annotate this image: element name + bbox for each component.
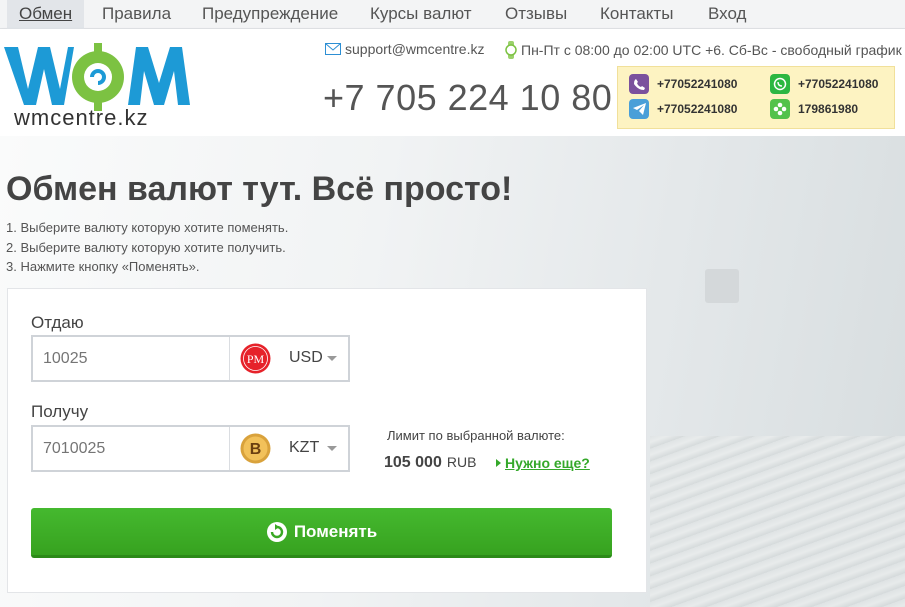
field-divider [229, 427, 230, 470]
get-currency-code[interactable]: KZT [289, 439, 319, 457]
perfect-money-icon: PM [240, 343, 271, 374]
whatsapp-contact[interactable]: +77052241080 [770, 74, 878, 94]
chevron-down-icon[interactable] [327, 356, 337, 361]
background-decoration [705, 269, 739, 303]
icq-flower-icon [770, 99, 790, 119]
nav-item-warning[interactable]: Предупреждение [190, 0, 350, 29]
get-field: B KZT [31, 425, 350, 472]
nav-item-reviews[interactable]: Отзывы [493, 0, 579, 29]
submit-label: Поменять [293, 521, 378, 541]
whatsapp-number: +77052241080 [798, 77, 879, 91]
limit-amount: 105 000 [384, 454, 442, 471]
chevron-down-icon[interactable] [327, 446, 337, 451]
nav-item-contacts[interactable]: Контакты [588, 0, 685, 29]
need-more-link[interactable]: Нужно еще? [496, 455, 590, 471]
support-email[interactable]: support@wmcentre.kz [325, 41, 484, 57]
nav-item-rates[interactable]: Курсы валют [358, 0, 484, 29]
nav-item-label: Обмен [19, 4, 73, 23]
viber-contact[interactable]: +77052241080 [629, 74, 737, 94]
hours-text: Пн-Пт с 08:00 до 02:00 UTC +6. Сб-Вс - с… [521, 42, 902, 58]
viber-number: +77052241080 [657, 77, 738, 91]
instruction-steps: 1. Выберите валюту которую хотите поменя… [6, 218, 288, 277]
telegram-number: +77052241080 [657, 102, 738, 116]
field-divider [229, 337, 230, 380]
exchange-submit-button[interactable]: Поменять [31, 508, 612, 558]
get-label: Получу [31, 402, 89, 421]
telegram-icon [629, 99, 649, 119]
limit-unit: RUB [446, 454, 477, 470]
limit-value: 105 000 RUB [384, 454, 476, 472]
watch-icon [505, 41, 517, 59]
viber-icon [629, 74, 649, 94]
get-amount-input[interactable] [33, 427, 229, 470]
nav-item-rules[interactable]: Правила [90, 0, 183, 29]
give-label: Отдаю [31, 313, 84, 332]
email-text: support@wmcentre.kz [345, 41, 485, 57]
nav-item-exchange[interactable]: Обмен [7, 0, 85, 29]
step-1: 1. Выберите валюту которую хотите поменя… [6, 220, 289, 235]
icq-contact[interactable]: 179861980 [770, 99, 858, 119]
bitcoin-icon: B [240, 433, 271, 464]
triangle-right-icon [496, 459, 501, 467]
nav-item-login[interactable]: Вход [696, 0, 758, 29]
svg-text:PM: PM [247, 352, 265, 366]
svg-text:B: B [250, 441, 262, 458]
give-currency-code[interactable]: USD [289, 349, 323, 367]
telegram-contact[interactable]: +77052241080 [629, 99, 737, 119]
email-icon [325, 43, 341, 55]
icq-number: 179861980 [798, 102, 859, 116]
page-title: Обмен валют тут. Всё просто! [6, 170, 513, 208]
give-field: PM USD [31, 335, 350, 382]
refresh-icon [266, 521, 287, 542]
work-hours: Пн-Пт с 08:00 до 02:00 UTC +6. Сб-Вс - с… [505, 41, 902, 59]
site-header: wmcentre.kz support@wmcentre.kz Пн-Пт с … [0, 29, 905, 136]
background-money-image [650, 436, 905, 607]
logo-text: wmcentre.kz [14, 105, 149, 130]
messenger-contacts: +77052241080 +77052241080 +77052241080 1… [617, 66, 895, 129]
give-amount-input[interactable] [33, 337, 229, 380]
limit-label: Лимит по выбранной валюте: [387, 428, 565, 443]
main-phone[interactable]: +7 705 224 10 80 [323, 77, 612, 119]
top-nav: Обмен Правила Предупреждение Курсы валют… [0, 0, 905, 29]
whatsapp-icon [770, 74, 790, 94]
step-2: 2. Выберите валюту которую хотите получи… [6, 239, 286, 255]
need-more-text: Нужно еще? [505, 455, 590, 471]
step-3: 3. Нажмите кнопку «Поменять». [6, 259, 200, 274]
